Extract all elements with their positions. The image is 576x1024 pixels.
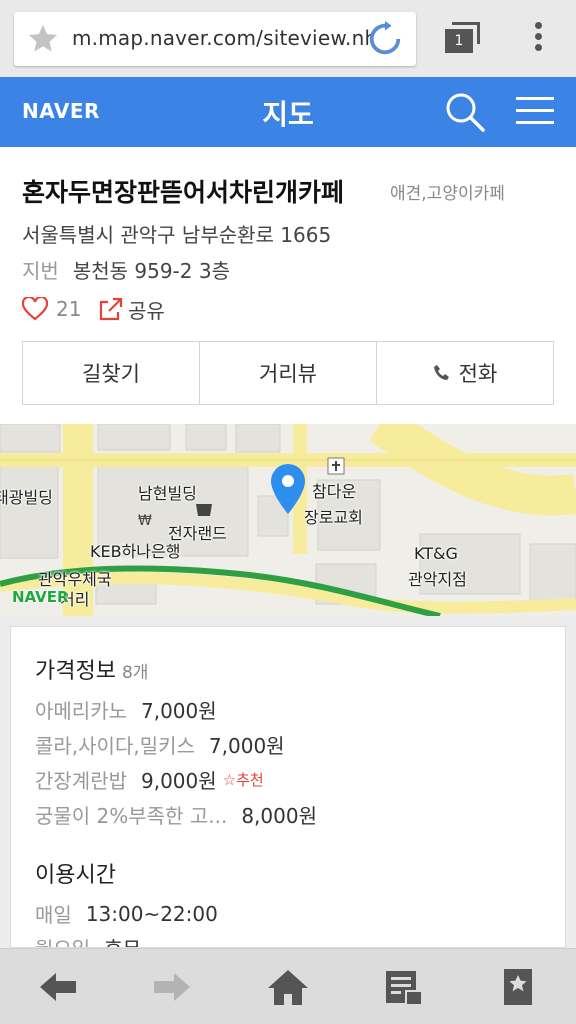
street-view-button[interactable]: 거리뷰 xyxy=(200,342,377,404)
share-label: 공유 xyxy=(128,298,165,323)
price-item-value: 9,000원 xyxy=(141,769,217,793)
place-address: 서울특별시 관악구 남부순환로 1665 xyxy=(22,223,332,247)
map-label-chamdaun: 참다운 xyxy=(312,482,357,501)
place-lot-address: 지번 봉천동 959-2 3층 xyxy=(22,255,230,284)
hours-item-value: 13:00~22:00 xyxy=(85,901,218,926)
home-icon[interactable] xyxy=(266,967,310,1007)
reload-icon[interactable] xyxy=(366,20,404,58)
price-item: 콜라,사이다,밀키스 7,000원 xyxy=(35,730,285,759)
bookmarks-icon[interactable] xyxy=(496,967,540,1007)
browser-bottom-bar xyxy=(0,948,576,1024)
info-card: 가격정보 8개 아메리카노 7,000원 콜라,사이다,밀키스 7,000원 간장계란… xyxy=(10,626,566,948)
map-label-taegwang: 태광빌딩 xyxy=(0,488,53,507)
map-label-keb: KEB하나은행 xyxy=(90,542,181,561)
map-label-ktg-branch: 관악지점 xyxy=(408,570,467,589)
place-card: 혼자두면장판뜯어서차린개카페 애견,고양이카페 서울특별시 관악구 남부순환로 … xyxy=(0,147,576,424)
lot-value: 봉천동 959-2 3층 xyxy=(72,259,230,283)
share-icon xyxy=(99,297,123,321)
price-item-name: 간장계란밥 xyxy=(35,769,127,793)
svg-text:₩: ₩ xyxy=(138,513,152,529)
like-button[interactable]: 21 xyxy=(22,295,81,323)
map-naver-logo: NAVER xyxy=(12,588,69,606)
hamburger-menu-icon[interactable] xyxy=(516,97,554,127)
forward-arrow-icon[interactable] xyxy=(150,967,194,1007)
search-icon[interactable] xyxy=(444,91,486,133)
price-item: 간장계란밥 9,000원 ☆추천 xyxy=(35,765,264,794)
hours-item: 매일 13:00~22:00 xyxy=(35,899,218,928)
price-item: 아메리카노 7,000원 xyxy=(35,695,217,724)
map-label-church: 장로교회 xyxy=(304,508,363,527)
price-section-title: 가격정보 8개 xyxy=(35,653,148,685)
price-item: 궁물이 2%부족한 고... 8,000원 xyxy=(35,800,317,829)
url-text[interactable]: m.map.naver.com/siteview.nh xyxy=(72,26,372,50)
browser-toolbar: m.map.naver.com/siteview.nh 1 xyxy=(0,0,576,77)
share-button[interactable]: 공유 xyxy=(98,295,165,323)
place-category: 애견,고양이카페 xyxy=(390,184,505,204)
hours-item-name: 월요일 xyxy=(35,933,90,947)
map-label-ktg: KT&G xyxy=(414,544,458,563)
price-item-name: 궁물이 2%부족한 고... xyxy=(35,804,228,828)
back-arrow-icon[interactable] xyxy=(36,967,80,1007)
star-icon[interactable] xyxy=(26,22,60,56)
reader-icon[interactable] xyxy=(382,967,426,1007)
price-item-name: 아메리카노 xyxy=(35,699,127,723)
price-item-value: 7,000원 xyxy=(141,699,217,723)
naver-logo[interactable]: NAVER xyxy=(22,99,100,123)
tab-count: 1 xyxy=(445,29,473,53)
site-header: NAVER 지도 xyxy=(0,77,576,147)
price-item-value: 7,000원 xyxy=(208,734,285,758)
street-view-label: 거리뷰 xyxy=(259,362,317,386)
call-label: 전화 xyxy=(458,362,498,386)
directions-label: 길찾기 xyxy=(82,362,140,386)
address-bar[interactable]: m.map.naver.com/siteview.nh xyxy=(14,12,416,66)
hours-section-title: 이용시간 xyxy=(35,857,116,889)
lot-label: 지번 xyxy=(22,259,59,283)
place-name: 혼자두면장판뜯어서차린개카페 xyxy=(22,178,345,207)
price-item-value: 8,000원 xyxy=(241,804,317,828)
map-label-namhyeon: 남현빌딩 xyxy=(138,484,197,503)
directions-button[interactable]: 길찾기 xyxy=(23,342,200,404)
price-item-name: 콜라,사이다,밀키스 xyxy=(35,734,195,758)
hours-item-name: 매일 xyxy=(35,903,72,927)
like-count: 21 xyxy=(56,297,82,321)
action-buttons: 길찾기 거리뷰 전화 xyxy=(22,341,554,405)
hours-item-value: 휴무 xyxy=(104,933,141,947)
hours-title: 이용시간 xyxy=(35,863,116,888)
overflow-menu-icon[interactable] xyxy=(526,22,550,56)
price-title: 가격정보 xyxy=(35,659,116,684)
recommend-badge: ☆추천 xyxy=(222,771,264,789)
heart-icon xyxy=(22,297,48,321)
map-preview[interactable]: ₩ 태광빌딩 남현빌딩 전자랜드 KEB하나은행 관악우체국 거리 참다운 장로… xyxy=(0,424,576,616)
phone-icon xyxy=(433,365,449,380)
tabs-icon[interactable]: 1 xyxy=(442,20,482,56)
call-button[interactable]: 전화 xyxy=(377,342,553,404)
price-count: 8개 xyxy=(121,663,149,683)
hours-item: 월요일 휴무 xyxy=(35,933,141,947)
